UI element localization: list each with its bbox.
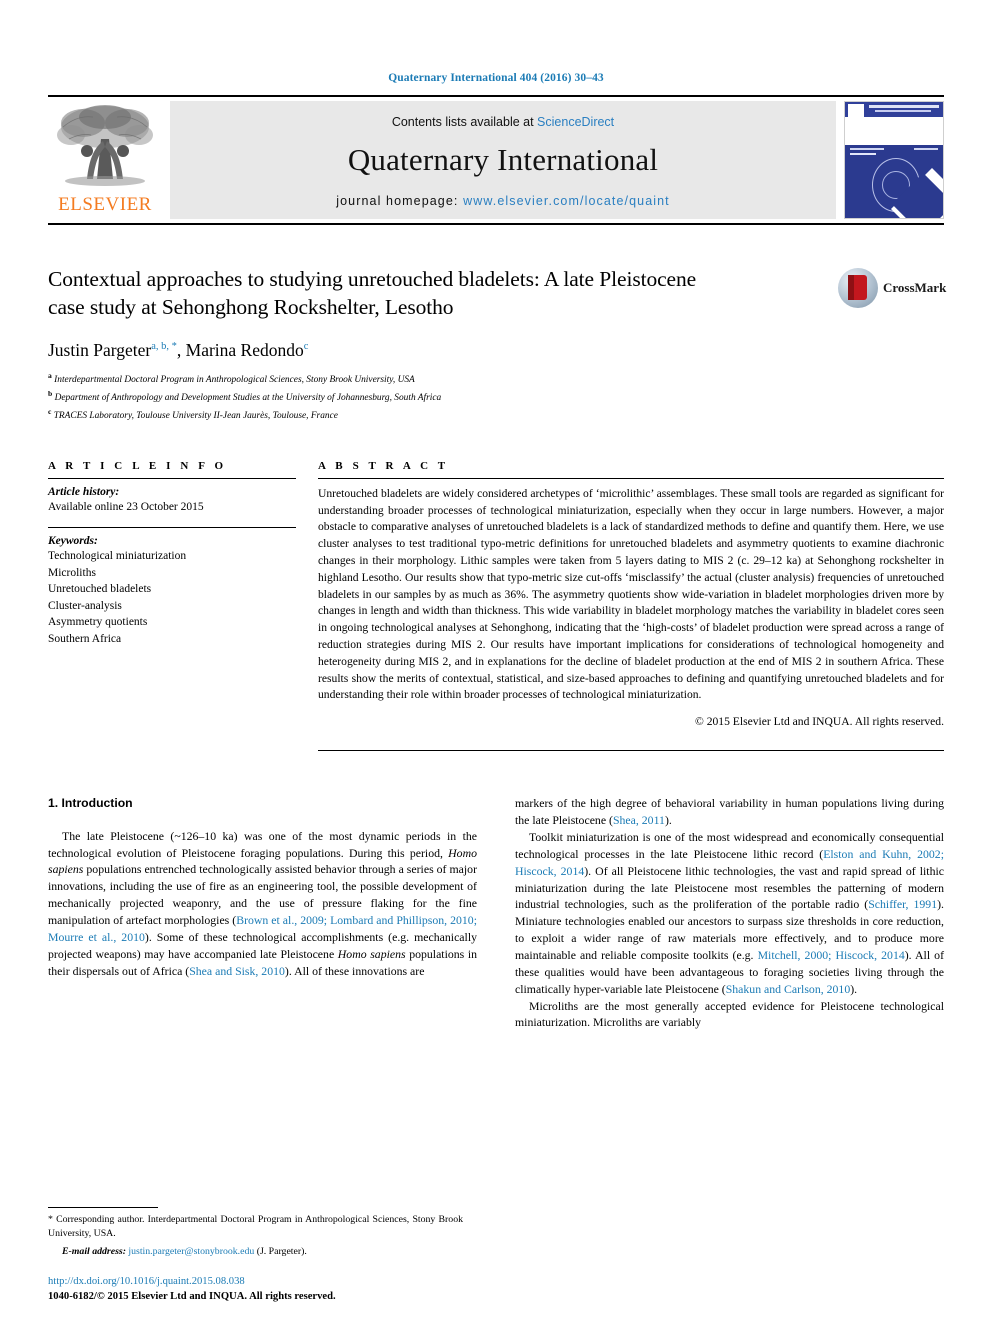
author-1-name: Justin Pargeter xyxy=(48,339,152,360)
abstract-column: A B S T R A C T Unretouched bladelets ar… xyxy=(318,459,944,752)
affiliation-c: c TRACES Laboratory, Toulouse University… xyxy=(48,406,944,424)
keyword-item: Microliths xyxy=(48,566,96,579)
journal-masthead: ELSEVIER Contents lists available at Sci… xyxy=(48,95,944,225)
citation-link[interactable]: Mitchell, 2000; Hiscock, 2014 xyxy=(758,948,905,962)
affiliation-c-text: TRACES Laboratory, Toulouse University I… xyxy=(53,410,338,421)
journal-band: Contents lists available at ScienceDirec… xyxy=(170,101,836,219)
keywords-label: Keywords: xyxy=(48,535,98,548)
author-2-name: Marina Redondo xyxy=(185,339,304,360)
doi-block: http://dx.doi.org/10.1016/j.quaint.2015.… xyxy=(48,1275,463,1305)
abstract-rule xyxy=(318,477,944,479)
section-heading-introduction: 1. Introduction xyxy=(48,796,133,811)
author-separator: , xyxy=(176,339,186,360)
affiliation-a-mark: a xyxy=(48,370,52,380)
affiliation-a-text: Interdepartmental Doctoral Program in An… xyxy=(54,374,415,385)
footnote-area: * Corresponding author. Interdepartmenta… xyxy=(48,1206,463,1305)
cover-text-left-2 xyxy=(850,153,876,155)
masthead-bottom-rule xyxy=(48,223,944,225)
masthead-top-rule xyxy=(48,95,944,97)
intro-p3-e: ). xyxy=(850,981,858,996)
affiliation-b: b Department of Anthropology and Develop… xyxy=(48,388,944,406)
journal-homepage-line: journal homepage: www.elsevier.com/locat… xyxy=(336,194,670,208)
intro-paragraph-3: Toolkit miniaturization is one of the mo… xyxy=(515,829,944,998)
abstract-copyright: © 2015 Elsevier Ltd and INQUA. All right… xyxy=(694,715,944,729)
corresponding-author-note: * Corresponding author. Interdepartmenta… xyxy=(48,1213,463,1239)
contents-prefix: Contents lists available at xyxy=(391,114,538,129)
citation-link[interactable]: Shea, 2011 xyxy=(613,813,665,827)
affiliation-b-text: Department of Anthropology and Developme… xyxy=(54,392,442,403)
intro-p1-a: The late Pleistocene (~126–10 ka) was on… xyxy=(48,828,477,860)
keyword-item: Technological miniaturization xyxy=(48,550,187,563)
article-history-value: Available online 23 October 2015 xyxy=(48,500,204,513)
cover-headline-1 xyxy=(869,105,939,108)
intro-p2-a: markers of the high degree of behavioral… xyxy=(515,796,944,828)
elsevier-tree-icon xyxy=(57,105,153,186)
intro-p1-italic-2: Homo sapiens xyxy=(337,946,406,961)
info-abstract-section: A R T I C L E I N F O Article history: A… xyxy=(48,459,944,752)
citation-link[interactable]: Shakun and Carlson, 2010 xyxy=(726,982,851,996)
cover-text-left-1 xyxy=(850,148,884,150)
journal-cover-thumbnail xyxy=(844,101,944,219)
crossmark-book-icon xyxy=(838,268,878,308)
affiliation-b-mark: b xyxy=(48,388,53,398)
email-label: E-mail address: xyxy=(62,1246,126,1258)
article-info-heading: A R T I C L E I N F O xyxy=(48,459,227,472)
keywords-rule xyxy=(48,527,296,529)
intro-paragraph-4: Microliths are the most generally accept… xyxy=(515,998,944,1032)
cover-white-band xyxy=(845,117,943,145)
cover-headline-2 xyxy=(875,110,931,112)
crossmark-label: CrossMark xyxy=(883,280,947,295)
article-history-label: Article history: xyxy=(48,485,120,498)
intro-paragraph-1: The late Pleistocene (~126–10 ka) was on… xyxy=(48,828,477,980)
email-note: E-mail address: justin.pargeter@stonybro… xyxy=(48,1245,463,1259)
intro-p1-e: ). All of these innovations are xyxy=(284,963,425,978)
homepage-url-link[interactable]: www.elsevier.com/locate/quaint xyxy=(463,194,670,208)
body-column-right: markers of the high degree of behavioral… xyxy=(515,795,944,1031)
footnote-rule xyxy=(48,1206,158,1208)
author-2-marks: c xyxy=(303,340,309,352)
article-info-rule xyxy=(48,477,296,479)
keyword-item: Unretouched bladelets xyxy=(48,583,152,596)
body-columns: 1. Introduction The late Pleistocene (~1… xyxy=(48,795,944,1031)
abstract-bottom-rule xyxy=(318,750,944,752)
page-title: Contextual approaches to studying unreto… xyxy=(48,267,697,320)
issn-copyright-line: 1040-6182/© 2015 Elsevier Ltd and INQUA.… xyxy=(48,1291,336,1303)
article-page: Quaternary International 404 (2016) 30–4… xyxy=(0,0,992,1323)
cover-text-right xyxy=(914,148,938,150)
email-attribution: (J. Pargeter). xyxy=(256,1246,307,1258)
intro-p2-b: ). xyxy=(664,813,672,828)
running-head: Quaternary International 404 (2016) 30–4… xyxy=(388,72,604,84)
abstract-text: Unretouched bladelets are widely conside… xyxy=(318,486,944,702)
contents-available-line: Contents lists available at ScienceDirec… xyxy=(392,115,614,129)
intro-paragraph-2: markers of the high degree of behavioral… xyxy=(515,795,944,829)
citation-link[interactable]: Schiffer, 1991 xyxy=(868,897,937,911)
doi-link[interactable]: http://dx.doi.org/10.1016/j.quaint.2015.… xyxy=(48,1275,463,1290)
homepage-label: journal homepage: xyxy=(336,193,464,208)
cover-logo-box xyxy=(848,104,864,117)
elsevier-wordmark: ELSEVIER xyxy=(58,194,152,215)
keyword-item: Cluster-analysis xyxy=(48,599,122,612)
email-link[interactable]: justin.pargeter@stonybrook.edu xyxy=(128,1246,254,1257)
citation-link[interactable]: Shea and Sisk, 2010 xyxy=(189,964,285,978)
article-info-column: A R T I C L E I N F O Article history: A… xyxy=(48,460,296,751)
journal-title: Quaternary International xyxy=(347,141,659,177)
keyword-item: Southern Africa xyxy=(48,632,122,645)
body-column-left: 1. Introduction The late Pleistocene (~1… xyxy=(48,795,477,1031)
intro-p4-a: Microliths are the most generally accept… xyxy=(515,998,944,1030)
author-list: Justin Pargetera, b, *, Marina Redondoc xyxy=(48,340,944,361)
keyword-list: Technological miniaturization Microliths… xyxy=(48,548,296,647)
abstract-heading: A B S T R A C T xyxy=(318,459,449,472)
affiliation-a: a Interdepartmental Doctoral Program in … xyxy=(48,370,944,388)
sciencedirect-link[interactable]: ScienceDirect xyxy=(537,115,614,129)
author-1-marks: a, b, * xyxy=(151,340,177,352)
keyword-item: Asymmetry quotients xyxy=(48,616,148,629)
elsevier-logo: ELSEVIER xyxy=(48,95,162,225)
affiliation-c-mark: c xyxy=(48,406,52,416)
title-block: CrossMark Contextual approaches to study… xyxy=(48,265,946,424)
affiliation-list: a Interdepartmental Doctoral Program in … xyxy=(48,370,944,424)
crossmark-badge[interactable]: CrossMark xyxy=(838,265,946,311)
